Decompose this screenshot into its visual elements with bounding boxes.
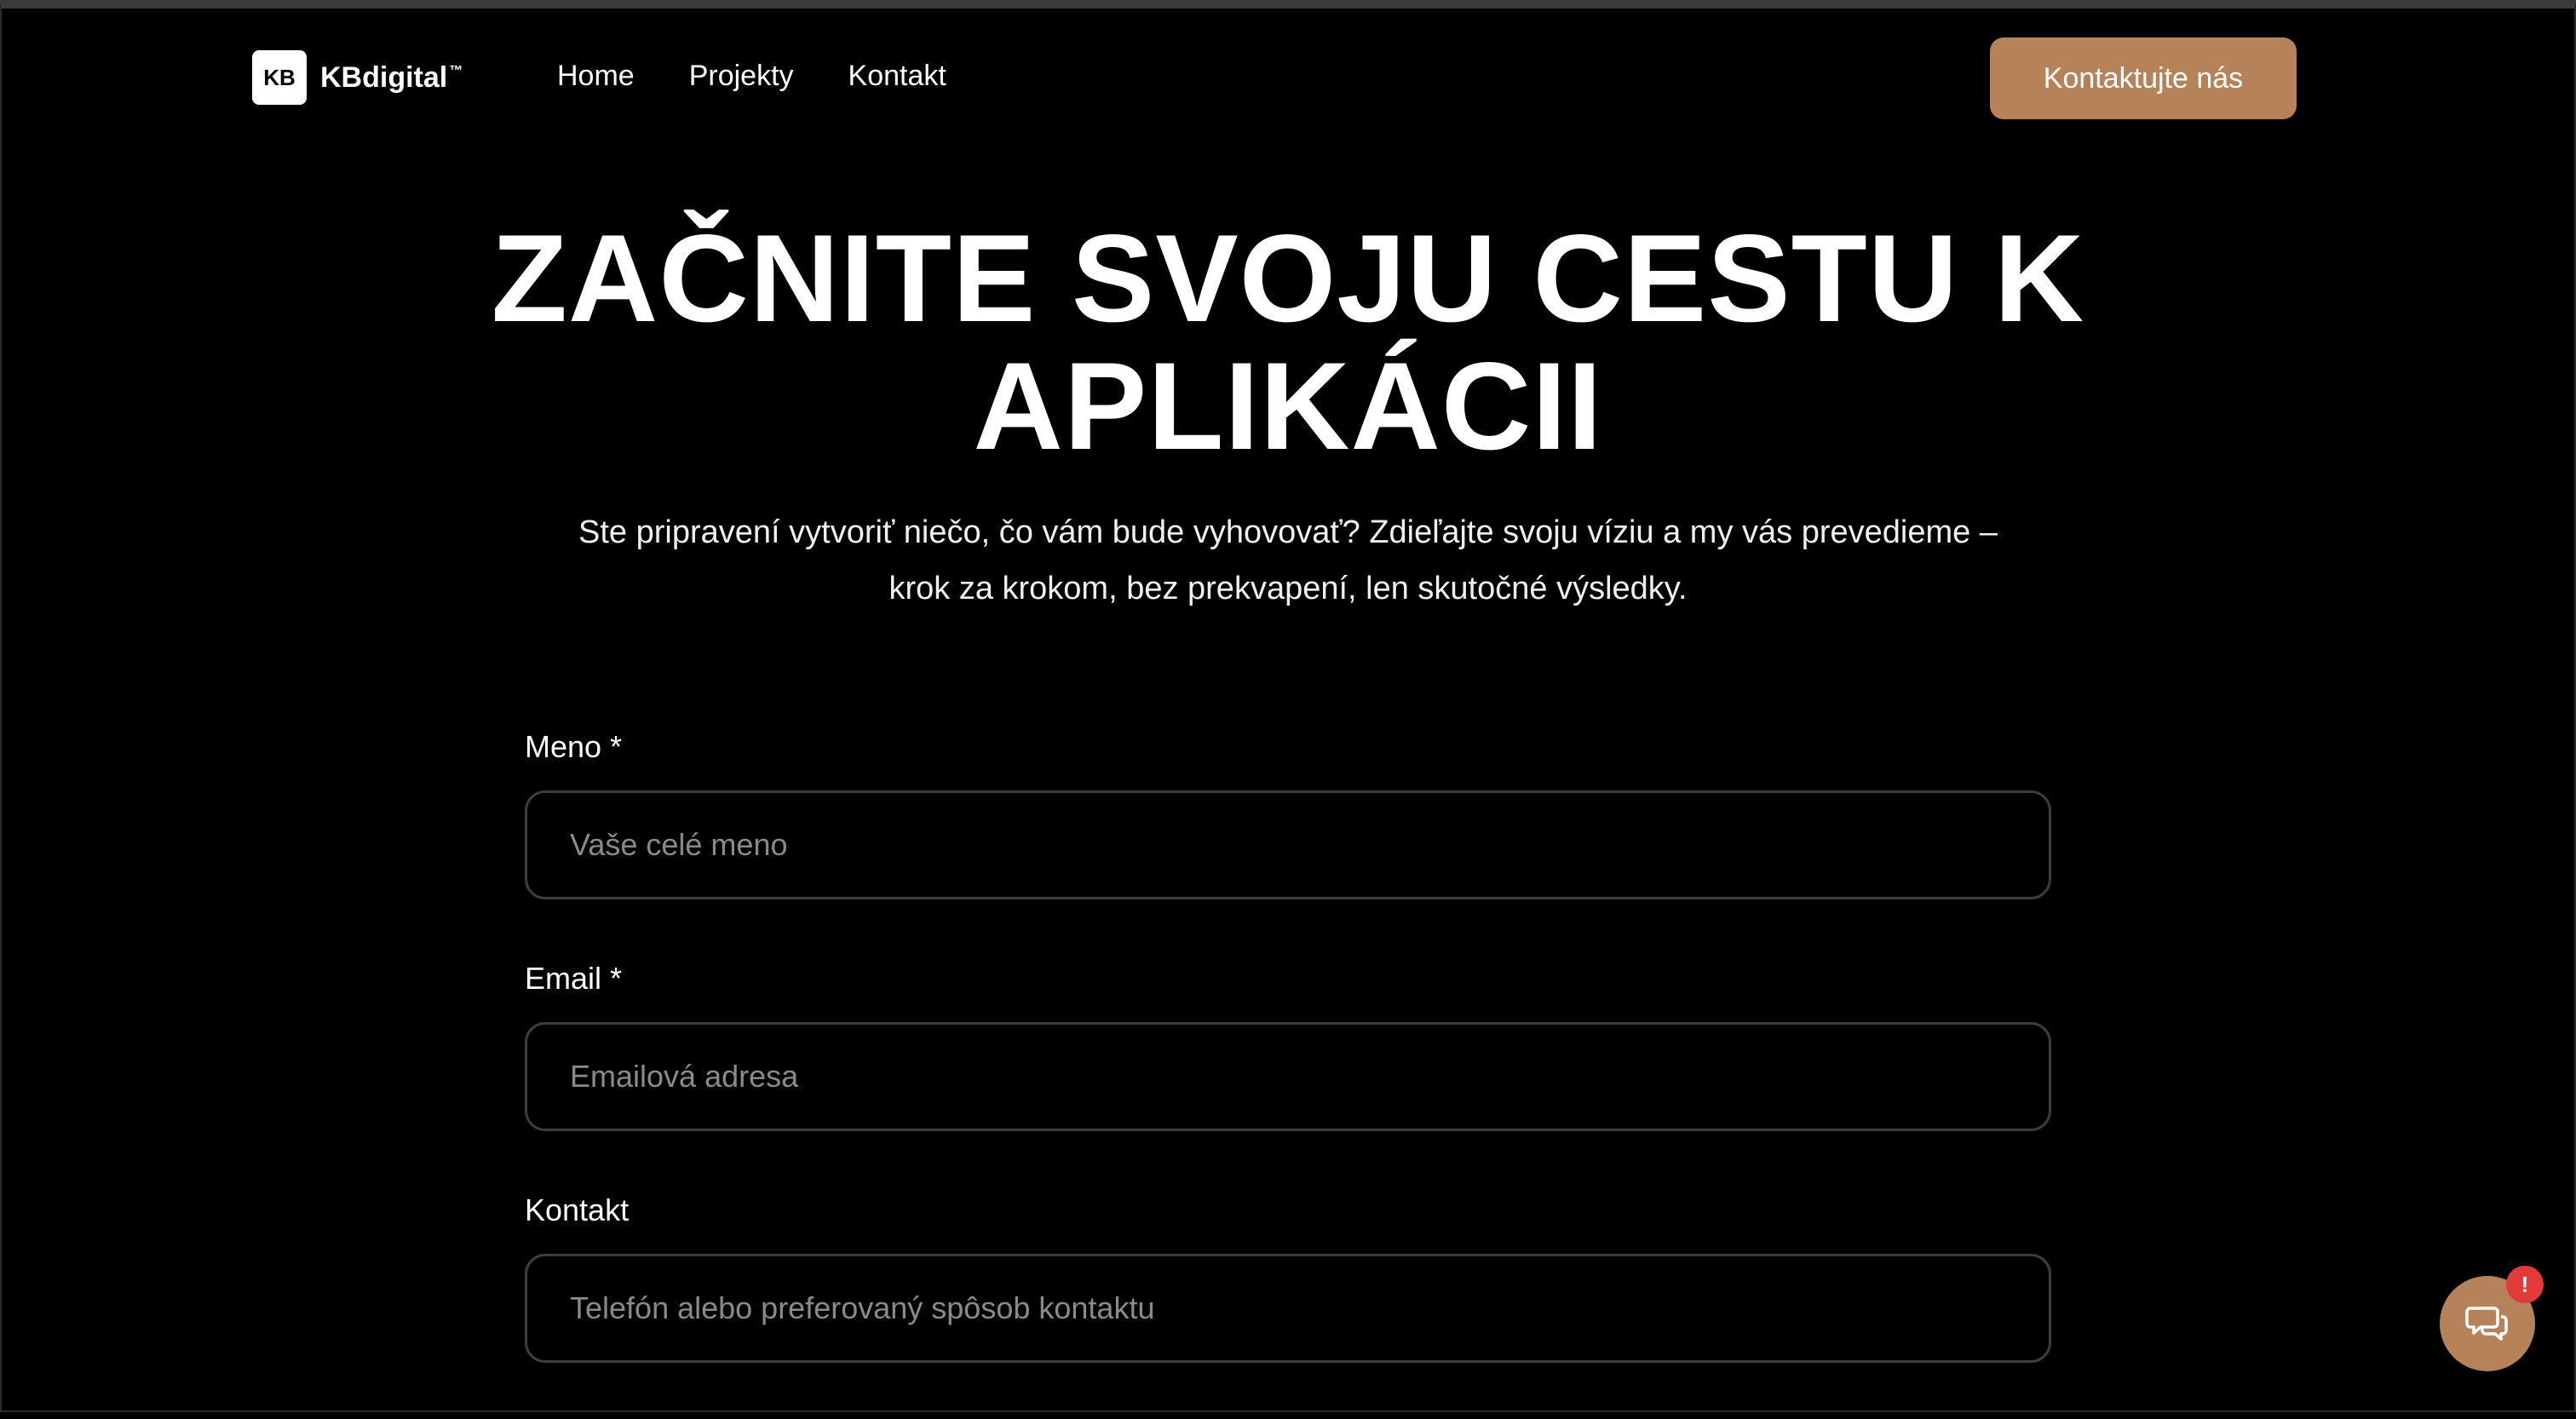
trademark: ™ [449,63,463,78]
hero-subtitle-line-1: Ste pripravení vytvoriť niečo, čo vám bu… [578,514,1998,550]
name-placeholder: Vaše celé meno [570,827,788,862]
hero-subtitle-line-2: krok za krokom, bez prekvapení, len skut… [888,571,1688,606]
contact-placeholder: Telefón alebo preferovaný spôsob kontakt… [570,1290,1155,1325]
hero-subtitle: Ste pripravení vytvoriť niečo, čo vám bu… [436,504,2140,617]
nav-kontakt[interactable]: Kontakt [848,60,946,93]
email-placeholder: Emailová adresa [570,1059,799,1094]
email-field-group: Email * Emailová adresa [525,956,2051,1187]
hero-title-line-2: APLIKÁCII [973,336,1603,475]
logo-name: KBdigital [320,60,448,94]
logo-mark: KB [252,50,307,105]
logo[interactable]: KB KBdigital ™ [252,50,463,105]
name-input[interactable]: Vaše celé meno [525,790,2051,899]
contact-us-button[interactable]: Kontaktujte nás [1990,37,2297,119]
chat-bubbles-icon [2465,1307,2508,1341]
name-label: Meno * [525,729,623,764]
logo-text: KBdigital ™ [320,61,463,95]
contact-field-group: Kontakt Telefón alebo preferovaný spôsob… [525,1187,2051,1419]
email-label: Email * [525,961,623,996]
contact-input[interactable]: Telefón alebo preferovaný spôsob kontakt… [525,1254,2051,1363]
name-field-group: Meno * Vaše celé meno [525,724,2051,956]
main-nav: Home Projekty Kontakt [557,60,946,93]
contact-form: Meno * Vaše celé meno Email * Emailová a… [525,724,2051,1419]
nav-home[interactable]: Home [557,60,635,93]
email-input[interactable]: Emailová adresa [525,1022,2051,1131]
hero-title: ZAČNITE SVOJU CESTU K APLIKÁCII [436,215,2140,470]
notification-badge: ! [2506,1266,2544,1303]
site-header: KB KBdigital ™ Home Projekty Kontakt Kont… [0,0,2576,157]
hero-title-line-1: ZAČNITE SVOJU CESTU K [491,209,2085,348]
contact-label: Kontakt [525,1192,630,1227]
nav-projekty[interactable]: Projekty [689,60,794,93]
